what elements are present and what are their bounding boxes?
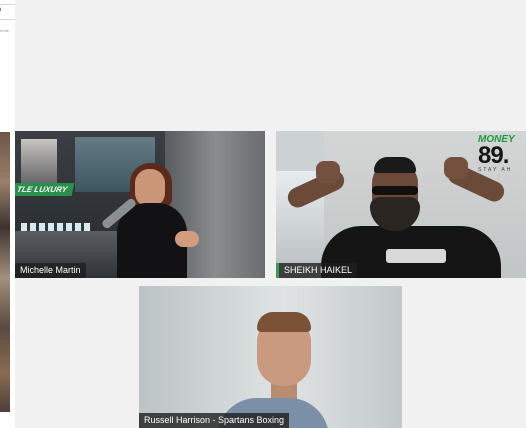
participant-name-label: Russell Harrison - Spartans Boxing xyxy=(139,413,290,428)
studio-sign: TLE LUXURY xyxy=(15,183,75,196)
search-icon: ⚲ xyxy=(0,6,2,16)
search-input[interactable]: ⚲ xyxy=(0,4,15,20)
mixer-lights xyxy=(21,223,91,231)
participant-name-label: Michelle Martin xyxy=(15,263,86,278)
participant-face xyxy=(135,169,165,207)
logo-number: 89. xyxy=(478,142,509,169)
video-tile-sheikh-haikel[interactable]: MONEY 89. STAY AH SHEIKH HAIKEL xyxy=(276,131,526,278)
logo-tagline: STAY AH xyxy=(478,167,513,173)
participant-fist-right xyxy=(444,157,468,179)
video-tile-russell-harrison[interactable]: Russell Harrison - Spartans Boxing xyxy=(139,286,402,428)
participant-fist-left xyxy=(316,161,340,183)
side-thumbnail xyxy=(0,132,10,412)
participant-name-label: SHEIKH HAIKEL xyxy=(276,263,358,278)
participant-hair xyxy=(374,157,416,173)
participant-glasses xyxy=(372,186,418,195)
participant-hand xyxy=(175,231,199,247)
participant-hair xyxy=(257,312,311,332)
truncated-text: ende xyxy=(0,28,9,33)
shirt-print xyxy=(386,249,446,263)
studio-poster xyxy=(21,139,57,187)
empty-top-area xyxy=(15,0,526,130)
video-tile-michelle-martin[interactable]: TLE LUXURY Michelle Martin xyxy=(15,131,265,278)
station-logo: MONEY 89. STAY AH xyxy=(478,135,526,174)
browser-left-strip: ⚲ ende xyxy=(0,0,15,428)
